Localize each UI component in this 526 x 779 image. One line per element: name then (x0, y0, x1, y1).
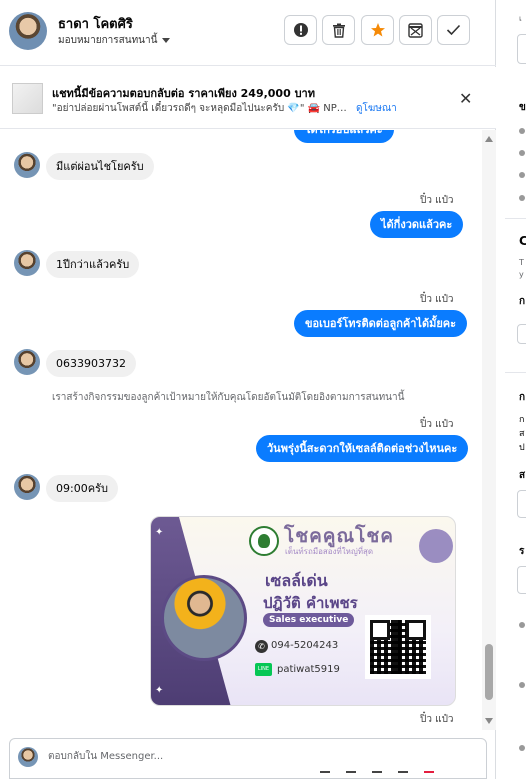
scroll-up-icon[interactable] (485, 136, 493, 142)
app-window: ธาดา โคตศิริ มอบหมายการสนทนานี้ แชทนี้มี… (0, 0, 526, 779)
toolbar-icon[interactable] (320, 771, 330, 779)
close-icon[interactable]: ✕ (459, 89, 472, 108)
panel-icon (519, 745, 525, 751)
sender-name: ปิ๋ว แป๋ว (420, 714, 454, 725)
toolbar-icon[interactable] (372, 771, 382, 779)
toolbar-icon[interactable] (424, 771, 434, 779)
thread-scrollbar[interactable] (482, 130, 496, 730)
incoming-message[interactable]: 1ปีกว่าแล้วครับ (46, 251, 140, 278)
banner-subtitle: "อย่าปล่อยผ่านโพสต์นี้ เดี๋ยวรถดีๆ จะหลุ… (52, 103, 352, 114)
panel-text: y (519, 270, 524, 279)
avatar (14, 474, 40, 500)
panel-text: เ (519, 14, 522, 23)
panel-text: T (519, 258, 524, 267)
incoming-message[interactable]: 0633903732 (46, 350, 136, 377)
panel-heading: C (519, 234, 526, 248)
trash-icon (332, 23, 345, 38)
panel-text: ป (519, 443, 525, 453)
card-phone: 094-5204243 (271, 640, 339, 651)
card-tagline: เต็นท์รถมือสองที่ใหญ่ที่สุด (285, 547, 374, 556)
checkmark-icon (446, 24, 461, 36)
incoming-message[interactable]: 09:00ครับ (46, 475, 118, 502)
avatar[interactable] (9, 12, 47, 50)
toolbar-icon[interactable] (398, 771, 408, 779)
line-app-icon: LINE (255, 663, 272, 676)
archive-button[interactable] (399, 15, 432, 45)
panel-heading: ข (519, 102, 526, 113)
exclamation-icon (293, 23, 308, 37)
incoming-message[interactable]: มีแต่ผ่อนไชโยครับ (46, 153, 154, 180)
info-icon (519, 172, 525, 178)
chat-pane: ธาดา โคตศิริ มอบหมายการสนทนานี้ แชทนี้มี… (0, 0, 496, 779)
mail-archive-icon (408, 22, 423, 38)
panel-text: ก (519, 415, 525, 425)
alert-button[interactable] (284, 15, 317, 45)
star-icon (370, 23, 385, 37)
reply-toolbar (320, 771, 434, 779)
phone-icon: ✆ (255, 640, 268, 653)
avatar (14, 349, 40, 375)
panel-heading: ก (519, 392, 526, 403)
panel-icon (519, 682, 525, 688)
card-decoration (419, 529, 453, 563)
outgoing-message[interactable]: ได้ไก่รอบแล้วค่ะ (294, 130, 394, 143)
sender-name: ปิ๋ว แป๋ว (420, 419, 454, 430)
location-icon (519, 195, 525, 201)
delete-button[interactable] (322, 15, 355, 45)
sparkle-icon: ✦ (155, 527, 164, 538)
card-line-id: patiwat5919 (277, 664, 340, 675)
scroll-thumb[interactable] (485, 644, 493, 700)
done-button[interactable] (437, 15, 470, 45)
panel-label: ก (519, 296, 526, 307)
panel-label: ร (519, 546, 525, 557)
panel-label: ส (519, 470, 526, 481)
details-panel: เ ข C T y ก ก ก ส ป ส ร (497, 0, 526, 779)
sender-name: ปิ๋ว แป๋ว (420, 294, 454, 305)
divider (505, 372, 526, 373)
message-thread: ได้ไก่รอบแล้วค่ะ มีแต่ผ่อนไชโยครับ ปิ๋ว … (0, 130, 482, 730)
chevron-down-icon (162, 38, 171, 43)
card-name: ปฎิวัติ คำเพชร (263, 594, 358, 612)
panel-text: ส (519, 429, 525, 439)
star-button[interactable] (361, 15, 394, 45)
panel-field[interactable] (517, 490, 526, 518)
assign-dropdown[interactable]: มอบหมายการสนทนานี้ (58, 33, 171, 48)
outgoing-message[interactable]: ได้กี่งวดแล้วคะ (370, 211, 464, 238)
panel-field[interactable] (517, 34, 526, 64)
avatar (14, 152, 40, 178)
info-icon (519, 150, 525, 156)
reply-input[interactable]: ตอบกลับใน Messenger... (48, 749, 163, 764)
outgoing-message[interactable]: วันพรุ่งนี้สะดวกให้เซลล์ติดต่อช่วงไหนคะ (256, 435, 469, 462)
card-role: Sales executive (263, 613, 355, 627)
ad-thumbnail (12, 83, 43, 114)
assign-label: มอบหมายการสนทนานี้ (58, 35, 158, 46)
avatar (18, 747, 38, 767)
business-card-image[interactable]: ✦ ✦ โชคคูณโชค เต็นท์รถมือสองที่ใหญ่ที่สุ… (150, 516, 456, 706)
toolbar-icon[interactable] (346, 771, 356, 779)
sparkle-icon: ✦ (155, 685, 164, 696)
panel-field[interactable] (517, 566, 526, 594)
scroll-down-icon[interactable] (485, 718, 493, 724)
reply-box[interactable]: ตอบกลับใน Messenger... (9, 738, 487, 779)
system-note: เราสร้างกิจกรรมของลูกค้าเป้าหมายให้กับคุ… (52, 392, 405, 403)
chat-header: ธาดา โคตศิริ มอบหมายการสนทนานี้ (0, 0, 496, 66)
outgoing-message[interactable]: ขอเบอร์โทรติดต่อลูกค้าได้มั้ยคะ (294, 310, 468, 337)
divider (505, 218, 526, 219)
contact-name[interactable]: ธาดา โคตศิริ (58, 13, 133, 34)
brand-logo-icon (249, 526, 279, 556)
panel-icon (519, 622, 525, 628)
qr-code (365, 615, 431, 679)
banner-title: แชทนี้มีข้อความตอบกลับต่อ ราคาเพียง 249,… (52, 87, 315, 100)
panel-field[interactable] (517, 324, 526, 344)
avatar (14, 250, 40, 276)
info-icon (519, 128, 525, 134)
salesperson-photo (161, 575, 247, 661)
sender-name: ปิ๋ว แป๋ว (420, 195, 454, 206)
view-ad-link[interactable]: ดูโฆษณา (356, 101, 397, 116)
